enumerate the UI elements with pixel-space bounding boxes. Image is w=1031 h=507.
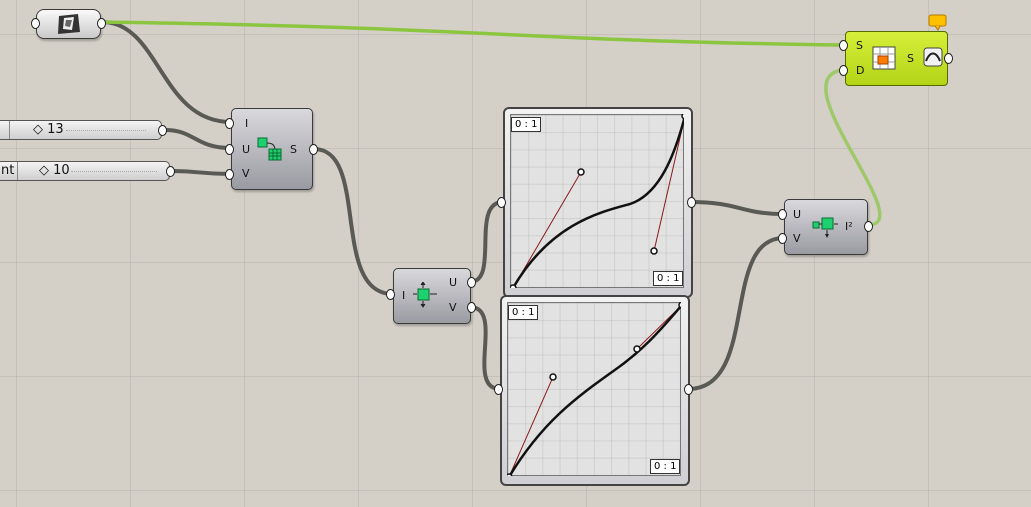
wire-param-to-surface (101, 20, 232, 124)
construct-domain2-component[interactable]: U V I² (784, 199, 868, 255)
slider-track[interactable] (71, 171, 157, 172)
slider-value: ◇ 13 (33, 122, 64, 137)
surface-grid-i-grip[interactable] (225, 118, 234, 129)
wire-slider13-u (164, 128, 232, 150)
graph-bottom-input-grip[interactable] (494, 384, 503, 395)
graph-top-input-grip[interactable] (497, 197, 506, 208)
wire-param-to-divide (101, 20, 841, 47)
surface-output-icon (923, 47, 943, 67)
number-slider-13[interactable]: ◇ 13 (0, 120, 162, 140)
construct-domain-icon (812, 217, 838, 238)
surface-param-output-grip[interactable] (97, 18, 106, 29)
wire-slider10-v (171, 169, 232, 176)
slider-label: nt (1, 163, 15, 178)
input-i-label: I (245, 117, 249, 130)
bezier-curve (510, 114, 684, 288)
deconstruct-domain2-component[interactable]: I U V (393, 268, 471, 324)
wire-v-to-graph-bottom (469, 305, 501, 391)
deconstruct-v-grip[interactable] (467, 302, 476, 313)
surface-grid-v-grip[interactable] (225, 169, 234, 180)
output-v-label: V (449, 301, 457, 314)
input-v-label: V (242, 167, 250, 180)
wire-surface-to-deconstruct (313, 147, 394, 296)
graph-mapper-bottom[interactable]: 0 : 1 0 : 1 (500, 295, 690, 486)
surface-param-icon (58, 14, 80, 34)
graph-bottom-output-grip[interactable] (684, 384, 693, 395)
surface-grid-u-grip[interactable] (225, 144, 234, 155)
surface-grid-icon (257, 137, 282, 161)
slider-10-output-grip[interactable] (166, 166, 175, 177)
output-u-label: U (449, 276, 458, 289)
input-d-label: D (856, 64, 865, 77)
output-s-label: S (907, 52, 914, 65)
input-u-label: U (793, 208, 802, 221)
construct-u-grip[interactable] (778, 209, 787, 220)
divide-d-input-grip[interactable] (839, 65, 848, 76)
output-i2-label: I² (845, 220, 853, 233)
construct-v-grip[interactable] (778, 233, 787, 244)
slider-track[interactable] (66, 130, 146, 131)
divide-surface-component[interactable]: S D S (845, 31, 948, 86)
wire-graph-top-to-u (689, 200, 785, 216)
surface-parameter[interactable] (36, 9, 101, 39)
graph-top-output-grip[interactable] (687, 197, 696, 208)
surface-grid-s-grip[interactable] (309, 144, 318, 155)
wire-graph-bottom-to-v (687, 236, 785, 391)
output-s-label: S (290, 143, 297, 156)
deconstruct-domain-icon (413, 282, 437, 308)
input-s-label: S (856, 39, 863, 52)
input-u-label: U (242, 143, 251, 156)
bezier-curve (507, 302, 681, 476)
slider-value: ◇ 10 (39, 163, 70, 178)
deconstruct-i-grip[interactable] (386, 289, 395, 300)
surface-param-input-grip[interactable] (31, 18, 40, 29)
divide-surface-icon (872, 46, 896, 70)
wire-u-to-graph-top (469, 200, 504, 284)
slider-13-output-grip[interactable] (158, 125, 167, 136)
grasshopper-canvas[interactable]: ◇ 13 nt ◇ 10 I U V S I U V 0: 1 0: 1 0… (0, 0, 1031, 507)
message-balloon-icon[interactable] (928, 14, 948, 32)
surface-from-grid-component[interactable]: I U V S (231, 108, 313, 190)
input-i-label: I (402, 289, 406, 302)
input-v-label: V (793, 232, 801, 245)
construct-i2-grip[interactable] (864, 221, 873, 232)
graph-mapper-top[interactable]: 0 : 1 0 : 1 (503, 107, 693, 298)
divide-s-output-grip[interactable] (944, 53, 953, 64)
deconstruct-u-grip[interactable] (467, 277, 476, 288)
divide-s-input-grip[interactable] (839, 40, 848, 51)
number-slider-10[interactable]: nt ◇ 10 (0, 161, 170, 181)
